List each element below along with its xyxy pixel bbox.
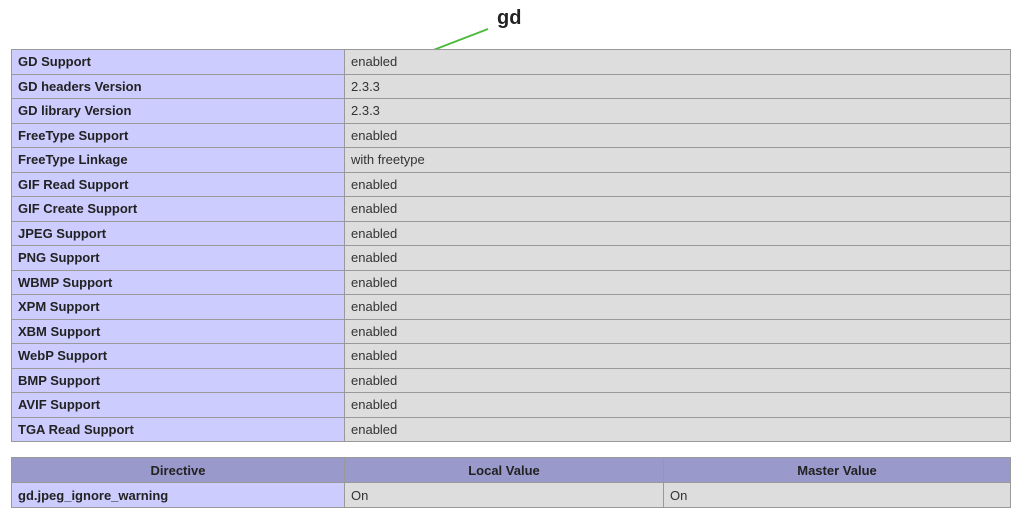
row-label: FreeType Support [11, 122, 345, 148]
row-value: 2.3.3 [344, 98, 1011, 124]
row-label: XPM Support [11, 294, 345, 320]
table-row: FreeType Linkage with freetype [11, 147, 1011, 173]
row-label: GIF Create Support [11, 196, 345, 222]
master-value-header: Master Value [663, 457, 1011, 483]
table-row: gd.jpeg_ignore_warning On On [11, 482, 1011, 508]
row-label: GD library Version [11, 98, 345, 124]
row-value: 2.3.3 [344, 73, 1011, 99]
row-value: enabled [344, 171, 1011, 197]
table-row: TGA Read Support enabled [11, 416, 1011, 442]
table-row: GIF Create Support enabled [11, 196, 1011, 222]
gd-info-table: GD Support enabled GD headers Version 2.3.3… [11, 49, 1011, 442]
row-label: JPEG Support [11, 220, 345, 246]
row-label: WBMP Support [11, 269, 345, 295]
row-label: BMP Support [11, 367, 345, 393]
master-value: On [663, 482, 1011, 508]
table-row: PNG Support enabled [11, 245, 1011, 271]
row-value: enabled [344, 269, 1011, 295]
directive-header: Directive [11, 457, 345, 483]
phpinfo-page: gd GD Support enabled GD headers Version 2.… [0, 0, 1024, 518]
table-row: XBM Support enabled [11, 318, 1011, 344]
table-row: FreeType Support enabled [11, 122, 1011, 148]
directive-header-row: Directive Local Value Master Value [11, 457, 1011, 483]
table-row: AVIF Support enabled [11, 392, 1011, 418]
row-label: XBM Support [11, 318, 345, 344]
table-row: XPM Support enabled [11, 294, 1011, 320]
row-label: WebP Support [11, 343, 345, 369]
row-label: AVIF Support [11, 392, 345, 418]
table-row: JPEG Support enabled [11, 220, 1011, 246]
row-value: enabled [344, 343, 1011, 369]
local-value-header: Local Value [344, 457, 664, 483]
local-value: On [344, 482, 664, 508]
row-value: enabled [344, 49, 1011, 75]
table-row: WebP Support enabled [11, 343, 1011, 369]
row-value: enabled [344, 196, 1011, 222]
directive-table: Directive Local Value Master Value gd.jp… [11, 457, 1011, 508]
row-value: enabled [344, 294, 1011, 320]
table-row: GD library Version 2.3.3 [11, 98, 1011, 124]
table-row: BMP Support enabled [11, 367, 1011, 393]
row-label: TGA Read Support [11, 416, 345, 442]
row-label: GD headers Version [11, 73, 345, 99]
table-row: WBMP Support enabled [11, 269, 1011, 295]
row-label: PNG Support [11, 245, 345, 271]
row-label: GIF Read Support [11, 171, 345, 197]
row-label: FreeType Linkage [11, 147, 345, 173]
row-value: enabled [344, 318, 1011, 344]
table-row: GIF Read Support enabled [11, 171, 1011, 197]
row-value: enabled [344, 392, 1011, 418]
directive-name: gd.jpeg_ignore_warning [11, 482, 345, 508]
row-value: enabled [344, 122, 1011, 148]
row-value: with freetype [344, 147, 1011, 173]
row-value: enabled [344, 245, 1011, 271]
row-value: enabled [344, 220, 1011, 246]
table-row: GD Support enabled [11, 49, 1011, 75]
row-value: enabled [344, 367, 1011, 393]
row-label: GD Support [11, 49, 345, 75]
row-value: enabled [344, 416, 1011, 442]
table-row: GD headers Version 2.3.3 [11, 73, 1011, 99]
